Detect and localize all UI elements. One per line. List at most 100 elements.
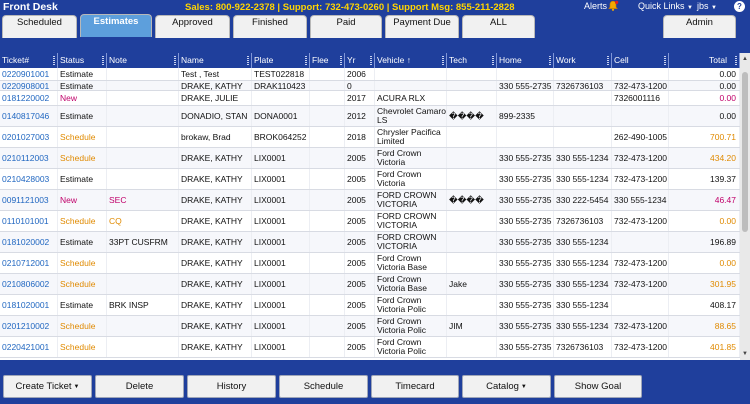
cell-ticket[interactable]: 0181020001	[0, 295, 58, 315]
alerts-link[interactable]: Alerts	[584, 1, 607, 11]
column-header-home[interactable]: Home	[497, 53, 554, 68]
column-header-tech[interactable]: Tech	[447, 53, 497, 68]
column-resize-handle[interactable]	[735, 56, 737, 65]
table-row[interactable]: 0220901001 Estimate Test , Test TEST022818 2…	[0, 68, 740, 81]
column-resize-handle[interactable]	[442, 56, 444, 65]
cell-yr: 2006	[345, 68, 375, 80]
scrollbar-thumb[interactable]	[742, 72, 748, 232]
column-header-ticket[interactable]: Ticket#	[0, 53, 58, 68]
table-row[interactable]: 0210712001 Schedule DRAKE, KATHY LIX0001 200…	[0, 253, 740, 274]
table-row[interactable]: 0201210002 Schedule DRAKE, KATHY LIX0001 200…	[0, 316, 740, 337]
column-resize-handle[interactable]	[664, 56, 666, 65]
column-resize-handle[interactable]	[549, 56, 551, 65]
tab-paid[interactable]: Paid	[310, 15, 382, 38]
cell-plate: LIX0001	[252, 148, 310, 168]
table-row[interactable]: 0110101001 Schedule CQ DRAKE, KATHY LIX0001 2…	[0, 211, 740, 232]
cell-ticket[interactable]: 0110101001	[0, 211, 58, 231]
cell-total: 408.17	[669, 295, 740, 315]
table-row[interactable]: 0210428003 Estimate DRAKE, KATHY LIX0001 200…	[0, 169, 740, 190]
history-button[interactable]: History	[187, 375, 276, 398]
table-row[interactable]: 0181020002 Estimate 33PT CUSFRM DRAKE, KATH…	[0, 232, 740, 253]
column-resize-handle[interactable]	[247, 56, 249, 65]
cell-vehicle: Ford Crown Victoria Base	[375, 253, 447, 273]
table-row[interactable]: 0220908001 Estimate DRAKE, KATHY DRAK110423…	[0, 81, 740, 91]
table-row[interactable]: 0210806002 Schedule DRAKE, KATHY LIX0001 200…	[0, 274, 740, 295]
table-row[interactable]: 0201027003 Schedule brokaw, Brad BROK064252…	[0, 127, 740, 148]
column-resize-handle[interactable]	[102, 56, 104, 65]
cell-work: 330 555-1234	[554, 253, 612, 273]
cell-note	[107, 274, 179, 294]
column-header-yr[interactable]: Yr	[345, 53, 375, 68]
catalog-button[interactable]: Catalog ▼	[462, 375, 551, 398]
cell-ticket[interactable]: 0210712001	[0, 253, 58, 273]
column-resize-handle[interactable]	[340, 56, 342, 65]
column-header-total[interactable]: Total	[669, 53, 740, 68]
cell-name: DRAKE, KATHY	[179, 337, 252, 357]
cell-note	[107, 253, 179, 273]
column-header-vehicle[interactable]: Vehicle ↑	[375, 53, 447, 68]
create-ticket-label: Create Ticket	[15, 381, 72, 392]
cell-ticket[interactable]: 0220421001	[0, 337, 58, 357]
table-row[interactable]: 0220421001 Schedule DRAKE, KATHY LIX0001 200…	[0, 337, 740, 358]
column-resize-handle[interactable]	[174, 56, 176, 65]
cell-ticket[interactable]: 0210428003	[0, 169, 58, 189]
column-header-name[interactable]: Name	[179, 53, 252, 68]
table-row[interactable]: 0210112003 Schedule DRAKE, KATHY LIX0001 200…	[0, 148, 740, 169]
cell-ticket[interactable]: 0181020002	[0, 232, 58, 252]
column-resize-handle[interactable]	[370, 56, 372, 65]
tab-all[interactable]: ALL	[462, 15, 535, 38]
bell-icon[interactable]	[607, 0, 619, 12]
help-icon[interactable]: ?	[734, 1, 745, 12]
quick-links-menu[interactable]: Quick Links ▼	[638, 1, 693, 11]
create-ticket-button[interactable]: Create Ticket ▼	[3, 375, 92, 398]
cell-ticket[interactable]: 0210806002	[0, 274, 58, 294]
cell-ticket[interactable]: 0181220002	[0, 91, 58, 105]
tab-estimates[interactable]: Estimates	[80, 14, 152, 37]
schedule-button[interactable]: Schedule	[279, 375, 368, 398]
cell-plate: TEST022818	[252, 68, 310, 80]
cell-note: CQ	[107, 211, 179, 231]
cell-work: 330 555-1234	[554, 232, 612, 252]
cell-status: Schedule	[58, 211, 107, 231]
show-goal-button[interactable]: Show Goal	[554, 375, 642, 398]
column-header-note[interactable]: Note	[107, 53, 179, 68]
cell-status: New	[58, 190, 107, 210]
cell-yr: 2005	[345, 337, 375, 357]
column-resize-handle[interactable]	[53, 56, 55, 65]
timecard-button[interactable]: Timecard	[371, 375, 459, 398]
delete-button[interactable]: Delete	[95, 375, 184, 398]
cell-note: 33PT CUSFRM	[107, 232, 179, 252]
tab-admin[interactable]: Admin	[663, 15, 736, 38]
cell-ticket[interactable]: 0210112003	[0, 148, 58, 168]
cell-ticket[interactable]: 0201027003	[0, 127, 58, 147]
table-row[interactable]: 0181220002 New DRAKE, JULIE 2017 ACURA RLX 73…	[0, 91, 740, 106]
table-row[interactable]: 0181020001 Estimate BRK INSP DRAKE, KATHY LI…	[0, 295, 740, 316]
column-header-work[interactable]: Work	[554, 53, 612, 68]
column-resize-handle[interactable]	[305, 56, 307, 65]
column-header-cell[interactable]: Cell	[612, 53, 669, 68]
column-header-flee[interactable]: Flee	[310, 53, 345, 68]
column-resize-handle[interactable]	[607, 56, 609, 65]
cell-tech	[447, 148, 497, 168]
table-header: Ticket# Status Note Name Plate Flee Yr V…	[0, 53, 740, 68]
cell-ticket[interactable]: 0140817046	[0, 106, 58, 126]
table-row[interactable]: 0091121003 New SEC DRAKE, KATHY LIX0001 2005 F…	[0, 190, 740, 211]
user-menu[interactable]: jbs ▼	[697, 1, 717, 11]
tab-finished[interactable]: Finished	[233, 15, 307, 38]
cell-home: 330 555-2735	[497, 232, 554, 252]
column-header-plate[interactable]: Plate	[252, 53, 310, 68]
tab-scheduled[interactable]: Scheduled	[2, 15, 77, 38]
column-header-status[interactable]: Status	[58, 53, 107, 68]
cell-flee	[310, 295, 345, 315]
tab-payment-due[interactable]: Payment Due	[385, 15, 459, 38]
cell-ticket[interactable]: 0201210002	[0, 316, 58, 336]
table-row[interactable]: 0140817046 Estimate DONADIO, STAN DONA0001 2…	[0, 106, 740, 127]
scroll-up-arrow-icon[interactable]: ▲	[741, 55, 749, 63]
column-header-ticket-label: Ticket#	[2, 55, 30, 65]
cell-ticket[interactable]: 0220908001	[0, 81, 58, 90]
tab-approved[interactable]: Approved	[155, 15, 230, 38]
column-resize-handle[interactable]	[492, 56, 494, 65]
cell-ticket[interactable]: 0091121003	[0, 190, 58, 210]
scroll-down-arrow-icon[interactable]: ▼	[741, 350, 749, 358]
cell-ticket[interactable]: 0220901001	[0, 68, 58, 80]
